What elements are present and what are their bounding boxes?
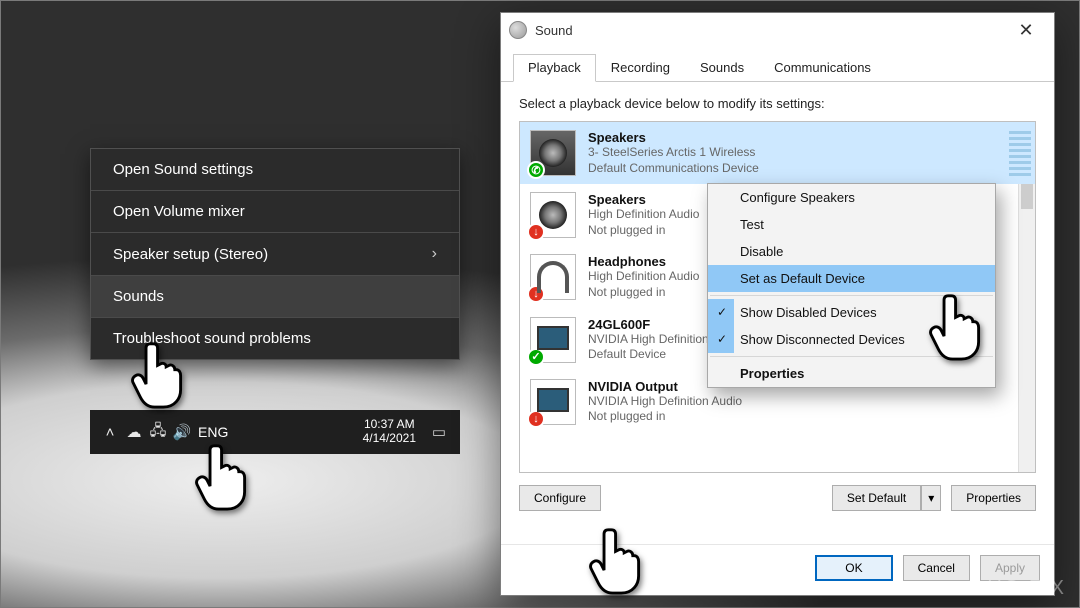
screenshot-stage: Open Sound settings Open Volume mixer Sp…	[0, 0, 1080, 608]
speaker-icon: ✆	[530, 130, 576, 176]
configure-button[interactable]: Configure	[519, 485, 601, 511]
label: Set Default	[832, 485, 921, 511]
set-default-button[interactable]: Set Default ▾	[832, 485, 941, 511]
monitor-icon: ↓	[530, 379, 576, 425]
cancel-button[interactable]: Cancel	[903, 555, 970, 581]
tab-playback[interactable]: Playback	[513, 54, 596, 82]
headphones-icon: ↓	[530, 254, 576, 300]
label: Open Sound settings	[113, 161, 253, 178]
check-badge-icon: ✓	[527, 348, 545, 366]
device-status: Default Communications Device	[588, 161, 759, 177]
label: Properties	[740, 366, 804, 381]
separator	[710, 295, 993, 296]
speaker-icon: ↓	[530, 192, 576, 238]
sound-icon	[509, 21, 527, 39]
ok-button[interactable]: OK	[815, 555, 892, 581]
button-row: Configure Set Default ▾ Properties	[519, 485, 1036, 511]
network-icon[interactable]: 🖧	[146, 420, 170, 445]
instruction-text: Select a playback device below to modify…	[519, 96, 1036, 111]
properties-button[interactable]: Properties	[951, 485, 1036, 511]
menu-show-disabled[interactable]: Show Disabled Devices	[708, 299, 995, 326]
level-meter	[1009, 130, 1031, 176]
label: Troubleshoot sound problems	[113, 330, 311, 347]
menu-speaker-setup[interactable]: Speaker setup (Stereo) ›	[91, 233, 459, 275]
titlebar[interactable]: Sound ✕	[501, 13, 1054, 47]
menu-set-default-device[interactable]: Set as Default Device	[708, 265, 995, 292]
menu-properties[interactable]: Properties	[708, 360, 995, 387]
tab-recording[interactable]: Recording	[596, 54, 685, 82]
menu-sounds[interactable]: Sounds	[91, 276, 459, 317]
menu-open-volume-mixer[interactable]: Open Volume mixer	[91, 191, 459, 232]
dialog-buttons: OK Cancel Apply	[501, 544, 1054, 595]
unplugged-badge-icon: ↓	[527, 223, 545, 241]
separator	[710, 356, 993, 357]
menu-test[interactable]: Test	[708, 211, 995, 238]
dropdown-icon[interactable]: ▾	[921, 485, 941, 511]
volume-icon[interactable]: 🔊	[170, 423, 194, 441]
device-sub: High Definition Audio	[588, 269, 699, 285]
notifications-icon[interactable]: ▭	[426, 423, 452, 441]
label: Sounds	[113, 288, 164, 305]
device-item[interactable]: ✆ Speakers 3- SteelSeries Arctis 1 Wirel…	[520, 122, 1035, 184]
tab-communications[interactable]: Communications	[759, 54, 886, 82]
menu-open-sound-settings[interactable]: Open Sound settings	[91, 149, 459, 190]
device-name: Headphones	[588, 254, 699, 269]
monitor-icon: ✓	[530, 317, 576, 363]
time: 10:37 AM	[363, 418, 416, 432]
menu-configure-speakers[interactable]: Configure Speakers	[708, 184, 995, 211]
device-sub: High Definition Audio	[588, 207, 699, 223]
device-name: Speakers	[588, 192, 699, 207]
menu-troubleshoot[interactable]: Troubleshoot sound problems	[91, 318, 459, 359]
tab-strip: Playback Recording Sounds Communications	[501, 47, 1054, 82]
label: Open Volume mixer	[113, 203, 245, 220]
unplugged-badge-icon: ↓	[527, 410, 545, 428]
device-sub: NVIDIA High Definition Audio	[588, 394, 742, 410]
device-status: Not plugged in	[588, 285, 699, 301]
phone-badge-icon: ✆	[527, 161, 545, 179]
tray-expand-icon[interactable]: ˄	[98, 424, 122, 441]
taskbar: ˄ ☁ 🖧 🔊 ENG 10:37 AM 4/14/2021 ▭	[90, 410, 460, 454]
date: 4/14/2021	[363, 432, 416, 446]
device-sub: 3- SteelSeries Arctis 1 Wireless	[588, 145, 759, 161]
tab-sounds[interactable]: Sounds	[685, 54, 759, 82]
menu-show-disconnected[interactable]: Show Disconnected Devices	[708, 326, 995, 353]
device-name: Speakers	[588, 130, 759, 145]
window-title: Sound	[535, 23, 573, 38]
menu-disable[interactable]: Disable	[708, 238, 995, 265]
device-status: Not plugged in	[588, 223, 699, 239]
device-status: Not plugged in	[588, 409, 742, 425]
unplugged-badge-icon: ↓	[527, 285, 545, 303]
watermark: UG FIX	[987, 577, 1066, 600]
clock[interactable]: 10:37 AM 4/14/2021	[363, 418, 416, 446]
tray-context-menu: Open Sound settings Open Volume mixer Sp…	[90, 148, 460, 360]
onedrive-icon[interactable]: ☁	[122, 423, 146, 441]
close-icon[interactable]: ✕	[1006, 20, 1046, 41]
language-indicator[interactable]: ENG	[198, 424, 228, 440]
label: Speaker setup (Stereo)	[113, 246, 268, 263]
device-context-menu: Configure Speakers Test Disable Set as D…	[707, 183, 996, 388]
chevron-right-icon: ›	[432, 245, 437, 263]
